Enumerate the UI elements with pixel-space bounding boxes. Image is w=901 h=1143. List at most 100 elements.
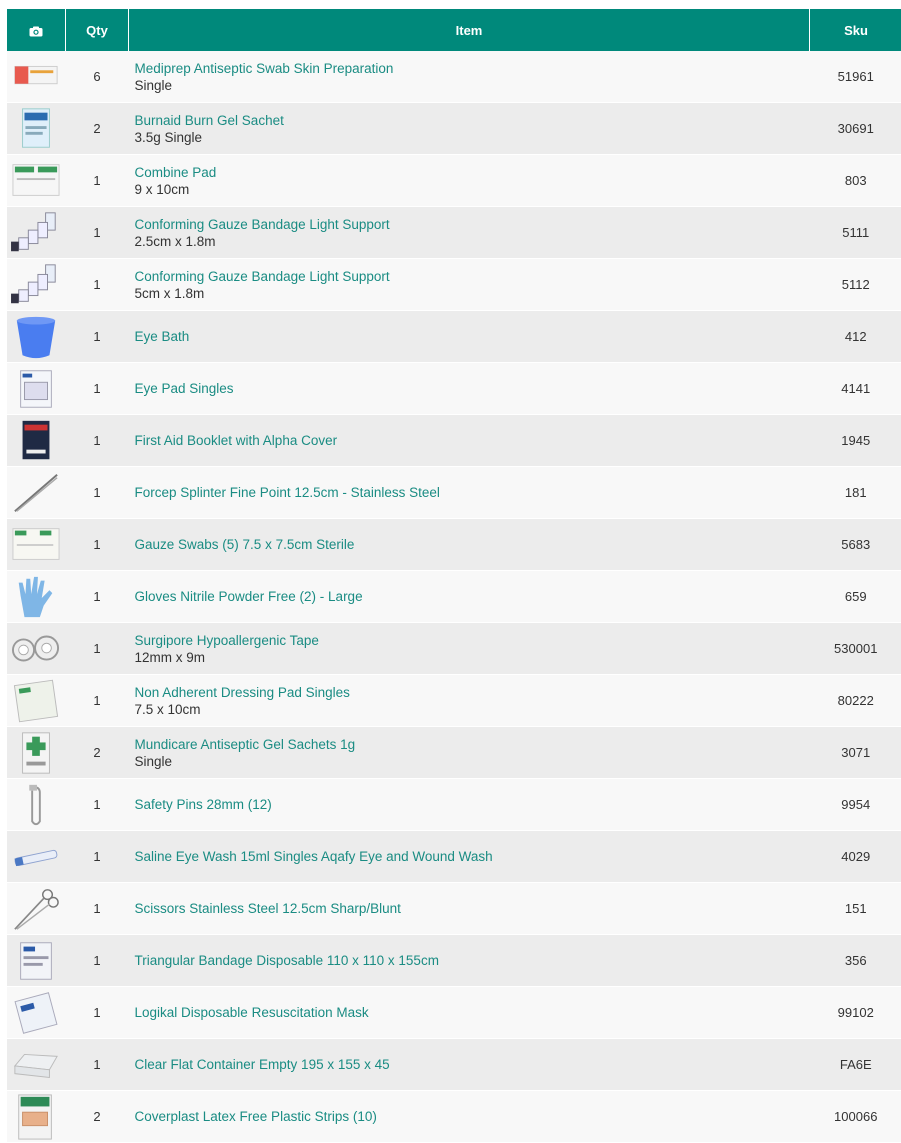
item-name-link[interactable]: First Aid Booklet with Alpha Cover <box>135 432 810 449</box>
item-name-link[interactable]: Gloves Nitrile Powder Free (2) - Large <box>135 588 810 605</box>
item-variant: 3.5g Single <box>135 129 810 146</box>
item-name-link[interactable]: Clear Flat Container Empty 195 x 155 x 4… <box>135 1056 810 1073</box>
eye-pad-image <box>11 365 61 413</box>
qty-cell: 1 <box>66 415 129 467</box>
table-row: 1Combine Pad9 x 10cm803 <box>7 155 901 207</box>
item-cell: First Aid Booklet with Alpha Cover <box>129 415 810 467</box>
sku-cell: 530001 <box>810 623 901 675</box>
item-name-link[interactable]: Logikal Disposable Resuscitation Mask <box>135 1004 810 1021</box>
item-name-link[interactable]: Conforming Gauze Bandage Light Support <box>135 216 810 233</box>
item-name-link[interactable]: Combine Pad <box>135 164 810 181</box>
table-row: 1 Gloves Nitrile Powder Free (2) - Large6… <box>7 571 901 623</box>
qty-cell: 1 <box>66 155 129 207</box>
table-row: 1Saline Eye Wash 15ml Singles Aqafy Eye … <box>7 831 901 883</box>
item-name-link[interactable]: Eye Bath <box>135 328 810 345</box>
sku-cell: 80222 <box>810 675 901 727</box>
table-row: 6Mediprep Antiseptic Swab Skin Preparati… <box>7 51 901 103</box>
sku-cell: 1945 <box>810 415 901 467</box>
kit-contents-table-wrapper: Qty Item Sku 6Mediprep Antiseptic Swab S… <box>7 9 901 1143</box>
product-thumbnail-cell <box>7 831 66 883</box>
tape-image <box>11 625 61 673</box>
item-name-link[interactable]: Surgipore Hypoallergenic Tape <box>135 632 810 649</box>
item-cell: Combine Pad9 x 10cm <box>129 155 810 207</box>
table-row: 2Mundicare Antiseptic Gel Sachets 1gSing… <box>7 727 901 779</box>
booklet-image <box>11 417 61 465</box>
qty-cell: 1 <box>66 259 129 311</box>
table-row: 1Gauze Swabs (5) 7.5 x 7.5cm Sterile5683 <box>7 519 901 571</box>
product-thumbnail-cell <box>7 51 66 103</box>
product-thumbnail-cell <box>7 207 66 259</box>
qty-cell: 1 <box>66 363 129 415</box>
item-name-link[interactable]: Non Adherent Dressing Pad Singles <box>135 684 810 701</box>
sku-cell: 5111 <box>810 207 901 259</box>
table-row: 1Safety Pins 28mm (12)9954 <box>7 779 901 831</box>
swab-box-image <box>11 53 61 101</box>
product-thumbnail-cell <box>7 467 66 519</box>
product-thumbnail-cell <box>7 259 66 311</box>
sku-cell: 99102 <box>810 987 901 1039</box>
forcep-image <box>11 469 61 517</box>
sku-column-header: Sku <box>810 9 901 51</box>
sku-cell: 659 <box>810 571 901 623</box>
safety-pin-image <box>11 781 61 829</box>
product-thumbnail-cell <box>7 155 66 207</box>
sku-cell: 803 <box>810 155 901 207</box>
saline-tube-image <box>11 833 61 881</box>
item-cell: Scissors Stainless Steel 12.5cm Sharp/Bl… <box>129 883 810 935</box>
sku-cell: 51961 <box>810 51 901 103</box>
item-cell: Forcep Splinter Fine Point 12.5cm - Stai… <box>129 467 810 519</box>
item-name-link[interactable]: Forcep Splinter Fine Point 12.5cm - Stai… <box>135 484 810 501</box>
item-cell: Mediprep Antiseptic Swab Skin Preparatio… <box>129 51 810 103</box>
item-name-link[interactable]: Gauze Swabs (5) 7.5 x 7.5cm Sterile <box>135 536 810 553</box>
item-variant: 5cm x 1.8m <box>135 285 810 302</box>
item-cell: Triangular Bandage Disposable 110 x 110 … <box>129 935 810 987</box>
product-thumbnail-cell <box>7 311 66 363</box>
product-thumbnail-cell <box>7 571 66 623</box>
item-name-link[interactable]: Mediprep Antiseptic Swab Skin Preparatio… <box>135 60 810 77</box>
table-row: 1Non Adherent Dressing Pad Singles7.5 x … <box>7 675 901 727</box>
bandage-rolls-image <box>11 209 61 257</box>
qty-cell: 1 <box>66 467 129 519</box>
item-cell: Surgipore Hypoallergenic Tape12mm x 9m <box>129 623 810 675</box>
product-thumbnail-cell <box>7 363 66 415</box>
dressing-pad-image <box>11 677 61 725</box>
kit-contents-table: Qty Item Sku 6Mediprep Antiseptic Swab S… <box>7 9 901 1143</box>
product-thumbnail-cell <box>7 1091 66 1143</box>
bandage-rolls-image <box>11 261 61 309</box>
item-name-link[interactable]: Triangular Bandage Disposable 110 x 110 … <box>135 952 810 969</box>
item-name-link[interactable]: Scissors Stainless Steel 12.5cm Sharp/Bl… <box>135 900 810 917</box>
container-image <box>11 1041 61 1089</box>
item-name-link[interactable]: Safety Pins 28mm (12) <box>135 796 810 813</box>
item-column-header: Item <box>129 9 810 51</box>
item-name-link[interactable]: Eye Pad Singles <box>135 380 810 397</box>
item-name-link[interactable]: Burnaid Burn Gel Sachet <box>135 112 810 129</box>
product-thumbnail-cell <box>7 1039 66 1091</box>
qty-cell: 1 <box>66 779 129 831</box>
qty-cell: 1 <box>66 519 129 571</box>
item-name-link[interactable]: Coverplast Latex Free Plastic Strips (10… <box>135 1108 810 1125</box>
qty-cell: 2 <box>66 1091 129 1143</box>
item-cell: Non Adherent Dressing Pad Singles7.5 x 1… <box>129 675 810 727</box>
item-cell: Mundicare Antiseptic Gel Sachets 1gSingl… <box>129 727 810 779</box>
item-cell: Saline Eye Wash 15ml Singles Aqafy Eye a… <box>129 831 810 883</box>
item-name-link[interactable]: Saline Eye Wash 15ml Singles Aqafy Eye a… <box>135 848 810 865</box>
table-row: 1Eye Bath412 <box>7 311 901 363</box>
item-cell: Gloves Nitrile Powder Free (2) - Large <box>129 571 810 623</box>
product-thumbnail-cell <box>7 935 66 987</box>
qty-column-header: Qty <box>66 9 129 51</box>
item-name-link[interactable]: Conforming Gauze Bandage Light Support <box>135 268 810 285</box>
sku-cell: 30691 <box>810 103 901 155</box>
qty-cell: 2 <box>66 103 129 155</box>
table-row: 1Clear Flat Container Empty 195 x 155 x … <box>7 1039 901 1091</box>
qty-cell: 1 <box>66 207 129 259</box>
sku-cell: 100066 <box>810 1091 901 1143</box>
item-variant: 9 x 10cm <box>135 181 810 198</box>
sku-cell: 356 <box>810 935 901 987</box>
item-name-link[interactable]: Mundicare Antiseptic Gel Sachets 1g <box>135 736 810 753</box>
product-thumbnail-cell <box>7 623 66 675</box>
sku-cell: 412 <box>810 311 901 363</box>
table-row: 1 Forcep Splinter Fine Point 12.5cm - Sta… <box>7 467 901 519</box>
product-thumbnail-cell <box>7 103 66 155</box>
qty-cell: 1 <box>66 571 129 623</box>
eye-bath-image <box>11 313 61 361</box>
